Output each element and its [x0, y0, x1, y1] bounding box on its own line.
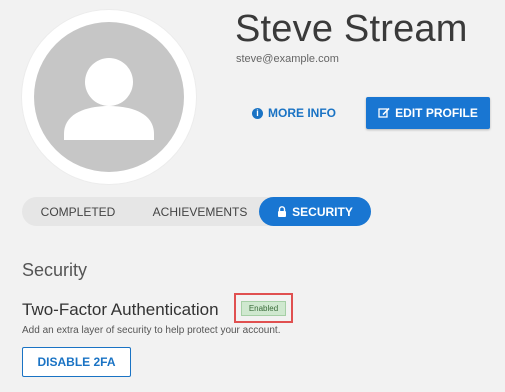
- lock-icon: [278, 206, 287, 217]
- two-factor-description: Add an extra layer of security to help p…: [22, 325, 281, 336]
- tab-completed[interactable]: COMPLETED: [22, 197, 134, 226]
- status-highlight: Enabled: [234, 293, 293, 323]
- avatar: [34, 22, 184, 172]
- disable-2fa-button[interactable]: DISABLE 2FA: [22, 347, 131, 377]
- tab-achievements[interactable]: ACHIEVEMENTS: [138, 197, 262, 226]
- tab-achievements-label: ACHIEVEMENTS: [152, 204, 248, 219]
- edit-profile-label: EDIT PROFILE: [395, 106, 478, 120]
- profile-tabs: COMPLETED ACHIEVEMENTS SECURITY: [22, 197, 371, 226]
- info-icon: i: [252, 107, 263, 119]
- edit-profile-button[interactable]: EDIT PROFILE: [366, 97, 490, 129]
- more-info-label: MORE INFO: [268, 106, 336, 120]
- tab-security-label: SECURITY: [292, 204, 353, 219]
- disable-2fa-label: DISABLE 2FA: [37, 355, 116, 369]
- more-info-button[interactable]: i MORE INFO: [244, 100, 344, 126]
- status-badge: Enabled: [241, 301, 286, 316]
- tab-completed-label: COMPLETED: [40, 204, 116, 219]
- edit-icon: [378, 107, 390, 118]
- section-title: Security: [22, 260, 88, 280]
- person-icon: [64, 58, 154, 140]
- two-factor-title: Two-Factor Authentication: [22, 300, 219, 319]
- tab-security[interactable]: SECURITY: [259, 197, 371, 226]
- profile-name: Steve Stream: [235, 8, 468, 50]
- profile-email: steve@example.com: [236, 53, 339, 65]
